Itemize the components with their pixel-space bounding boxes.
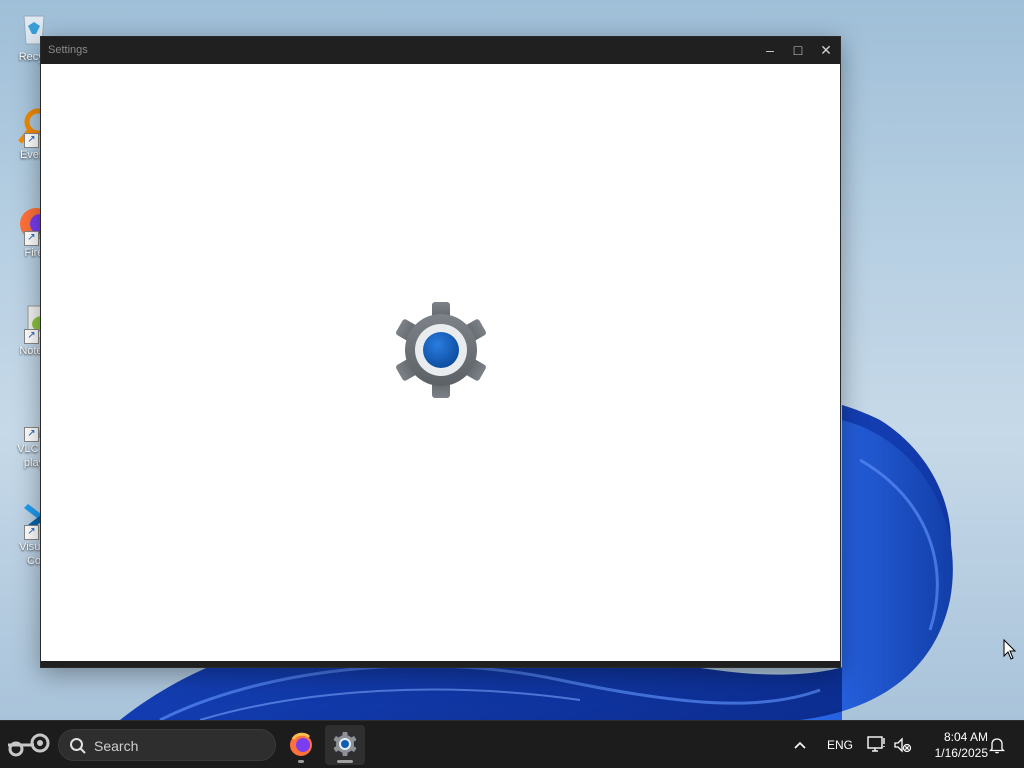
show-hidden-icons-button[interactable] [790,735,810,755]
settings-gear-icon [333,732,357,756]
close-button[interactable]: ✕ [812,37,840,64]
settings-window[interactable]: Settings – □ ✕ [40,36,841,668]
close-icon: ✕ [820,42,832,58]
window-titlebar[interactable]: Settings – □ ✕ [41,37,840,64]
minimize-icon: – [766,42,774,58]
network-status-button[interactable] [866,734,888,756]
language-indicator[interactable]: ENG [827,738,853,752]
taskbar-app-firefox[interactable] [281,725,321,765]
shortcut-arrow-icon: ↗ [24,427,39,442]
notification-center-button[interactable] [987,735,1007,755]
volume-button[interactable] [892,735,912,755]
shortcut-arrow-icon: ↗ [24,525,39,540]
taskbar-app-settings[interactable] [325,725,365,765]
volume-muted-icon [894,737,912,753]
window-bottom-border [41,661,840,667]
taskbar-search-box[interactable]: Search [58,729,276,761]
active-indicator [337,760,353,763]
shortcut-arrow-icon: ↗ [24,231,39,246]
maximize-button[interactable]: □ [784,37,812,64]
mouse-cursor-icon [1003,639,1017,660]
firefox-icon [290,732,312,756]
search-icon [70,738,86,754]
settings-gear-icon [396,302,486,398]
taskbar-clock[interactable]: 8:04 AM 1/16/2025 [918,729,988,761]
clock-date: 1/16/2025 [934,746,988,760]
bell-icon [988,738,1006,754]
minimize-button[interactable]: – [756,37,784,64]
maximize-icon: □ [793,42,803,58]
search-placeholder: Search [94,738,139,754]
shortcut-arrow-icon: ↗ [24,329,39,344]
network-disconnected-icon [867,736,885,752]
taskbar: Search ENG 8:04 AM 1/16/2025 [0,720,1024,768]
window-title: Settings [48,44,88,56]
steam-icon[interactable] [4,731,52,759]
clock-time: 8:04 AM [943,730,988,744]
running-indicator [298,760,304,763]
shortcut-arrow-icon: ↗ [24,133,39,148]
chevron-up-icon [794,741,806,749]
